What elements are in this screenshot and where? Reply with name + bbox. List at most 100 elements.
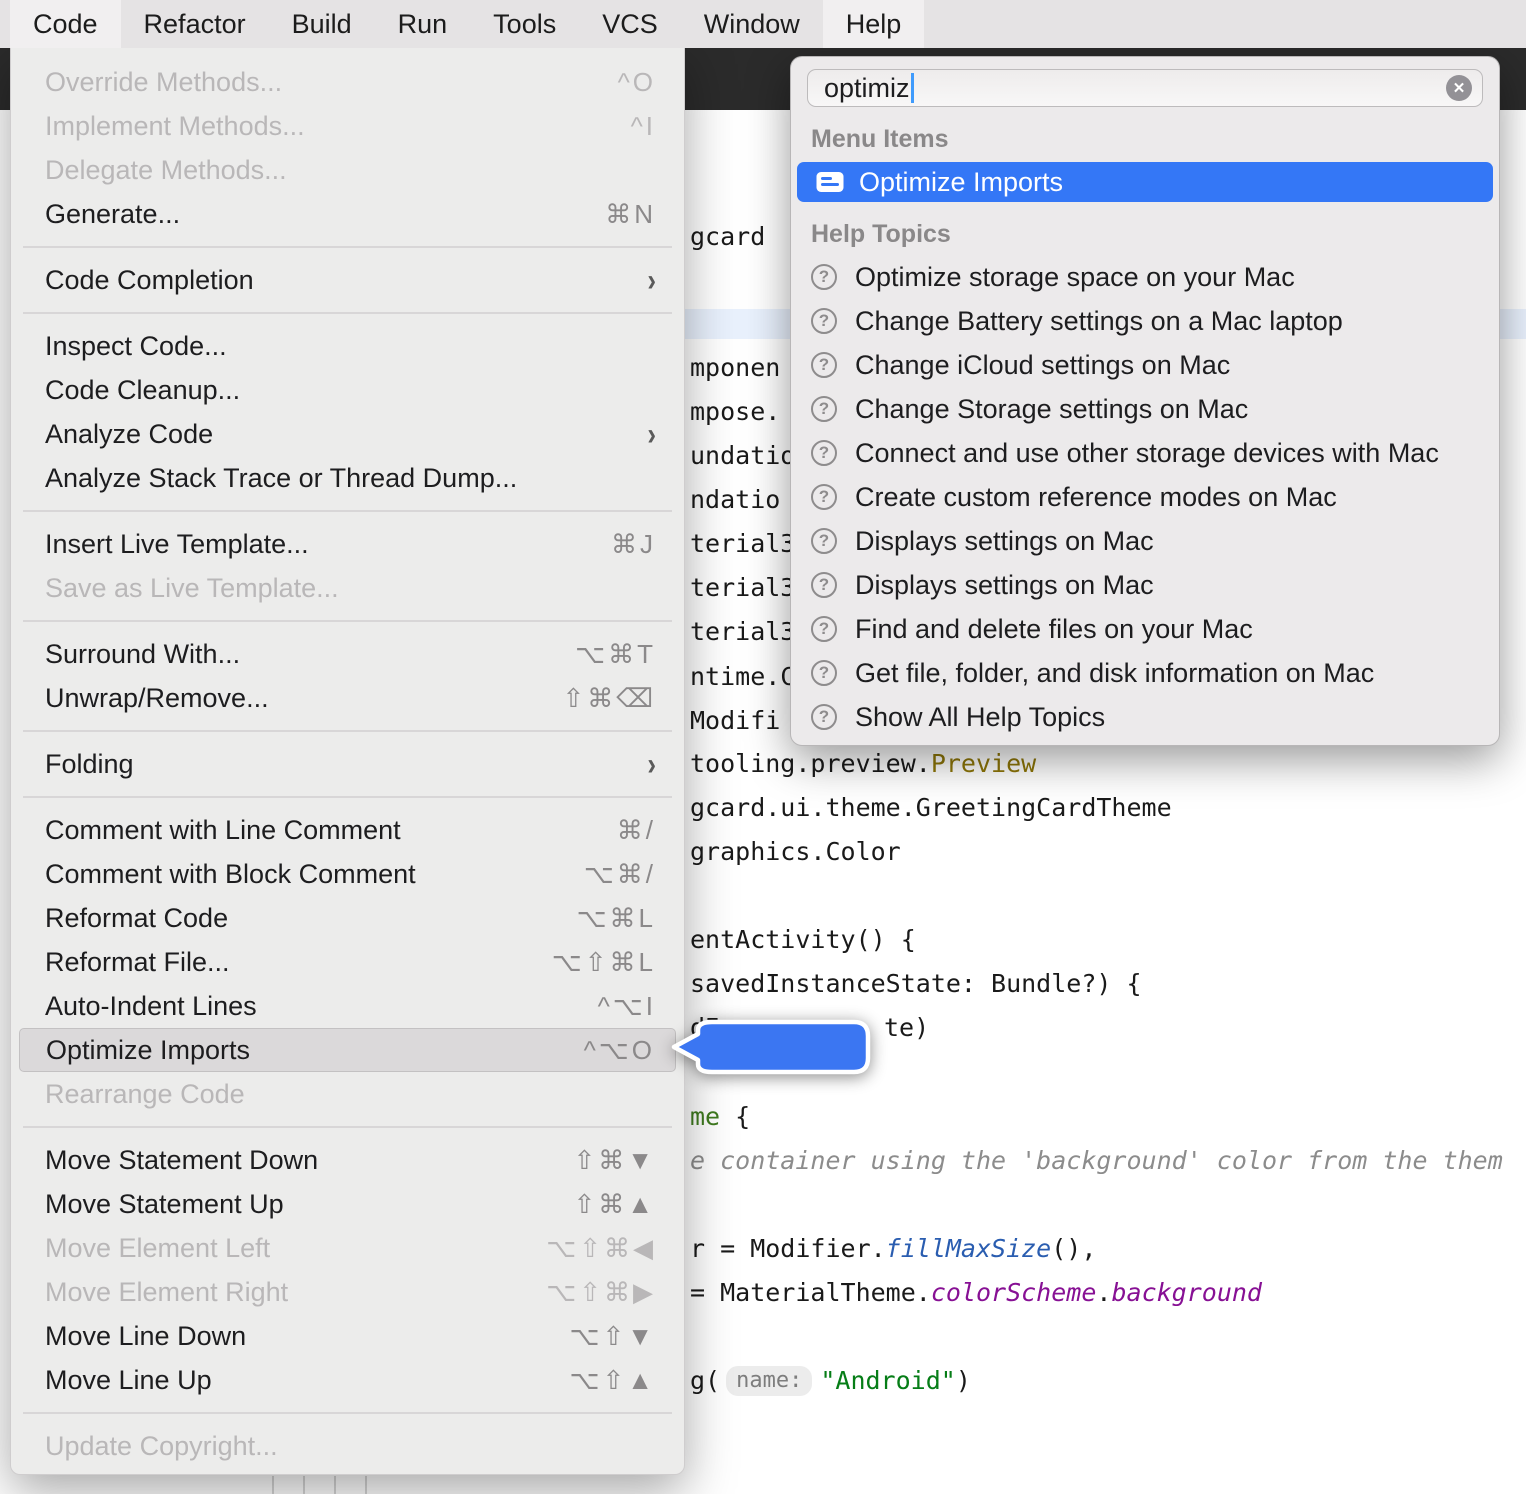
help-topic-label: Change Battery settings on a Mac laptop [855,306,1343,337]
help-result-label: Optimize Imports [859,167,1063,198]
code-menu-panel: Override Methods...^O Implement Methods.… [10,48,685,1475]
menu-item-move-statement-up[interactable]: Move Statement Up⇧⌘▲ [11,1182,684,1226]
menubar-item-build[interactable]: Build [269,0,375,48]
code-line: savedInstanceState: Bundle?) { [690,962,1142,1006]
code-line: terial3 [690,522,795,566]
help-topic-show-all[interactable]: ?Show All Help Topics [791,695,1499,739]
menu-item-unwrap-remove[interactable]: Unwrap/Remove... ⇧⌘⌫ [11,676,684,720]
help-topic[interactable]: ?Find and delete files on your Mac [791,607,1499,651]
code-line: r = Modifier.fillMaxSize(), [690,1227,1096,1271]
question-icon: ? [811,660,837,686]
help-topic[interactable]: ?Change Storage settings on Mac [791,387,1499,431]
menu-item-reformat-file[interactable]: Reformat File...⌥⇧⌘L [11,940,684,984]
code-text: terial3 [690,529,795,558]
menu-item-label: Implement Methods... [45,111,305,142]
shortcut-label: ⌥⇧⌘▶ [546,1277,656,1308]
code-line: terial3 [690,610,795,654]
help-topic[interactable]: ?Get file, folder, and disk information … [791,651,1499,695]
menu-item-comment-block[interactable]: Comment with Block Comment⌥⌘/ [11,852,684,896]
menu-item-label: Unwrap/Remove... [45,683,269,714]
code-text: e container using the 'background' color… [690,1146,1503,1175]
code-text: "Android" [820,1366,955,1395]
help-topic-label: Change Storage settings on Mac [855,394,1248,425]
help-topic[interactable]: ? Change Battery settings on a Mac laptop [791,299,1499,343]
menu-item-label: Override Methods... [45,67,282,98]
menu-item-label: Comment with Line Comment [45,815,401,846]
menu-separator [23,510,672,512]
code-text: Modifi [690,706,780,735]
menu-item-label: Comment with Block Comment [45,859,416,890]
menu-item-reformat-code[interactable]: Reformat Code⌥⌘L [11,896,684,940]
menubar-item-help[interactable]: Help [823,0,925,48]
question-icon: ? [811,616,837,642]
menu-item-auto-indent-lines[interactable]: Auto-Indent Lines^⌥I [11,984,684,1028]
menubar-item-run[interactable]: Run [375,0,471,48]
menubar-item-code[interactable]: Code [10,0,121,48]
parameter-hint: name: [726,1366,812,1396]
section-header-menu-items: Menu Items [811,125,1499,154]
shortcut-label: ^⌥O [584,1035,655,1066]
menu-item-code-completion[interactable]: Code Completion› [11,258,684,302]
help-result-optimize-imports[interactable]: Optimize Imports [797,162,1493,202]
menu-item-code-cleanup[interactable]: Code Cleanup... [11,368,684,412]
menubar-item-window[interactable]: Window [681,0,823,48]
menu-item-analyze-code[interactable]: Analyze Code› [11,412,684,456]
menu-item-insert-live-template[interactable]: Insert Live Template...⌘J [11,522,684,566]
menu-item-label: Rearrange Code [45,1079,245,1110]
help-topic[interactable]: ?Create custom reference modes on Mac [791,475,1499,519]
clear-search-button[interactable]: ✕ [1446,75,1472,101]
menu-item-analyze-stack-trace[interactable]: Analyze Stack Trace or Thread Dump... [11,456,684,500]
menu-item-optimize-imports[interactable]: Optimize Imports^⌥O [19,1028,676,1072]
menu-card-icon [815,170,845,194]
menu-item-label: Move Statement Up [45,1189,284,1220]
menu-item-label: Save as Live Template... [45,573,339,604]
indent-guide [303,1476,305,1494]
code-text: { [720,1102,750,1131]
help-topic[interactable]: ?Optimize storage space on your Mac [791,255,1499,299]
menu-item-generate[interactable]: Generate...⌘N [11,192,684,236]
menu-item-inspect-code[interactable]: Inspect Code... [11,324,684,368]
menu-item-comment-line[interactable]: Comment with Line Comment⌘/ [11,808,684,852]
help-topic[interactable]: ?Displays settings on Mac [791,519,1499,563]
question-icon: ? [811,352,837,378]
code-text: Preview [931,749,1036,778]
code-line: mpose. [690,390,780,434]
help-topic-label: Optimize storage space on your Mac [855,262,1295,293]
help-topic[interactable]: ?Displays settings on Mac [791,563,1499,607]
code-text: colorScheme [931,1278,1097,1307]
code-line: ntime.C [690,655,795,699]
code-text: graphics.Color [690,837,901,866]
submenu-chevron-icon: › [647,745,656,782]
code-line: g(name:"Android") [690,1359,971,1403]
menubar-item-vcs[interactable]: VCS [579,0,681,48]
help-search-input[interactable]: optimiz ✕ [807,69,1483,107]
code-text: g( [690,1366,720,1395]
menu-item-delegate-methods: Delegate Methods... [11,148,684,192]
shortcut-label: ⇧⌘⌫ [562,683,656,714]
search-query-text: optimiz [824,73,910,104]
help-topic[interactable]: ?Change iCloud settings on Mac [791,343,1499,387]
shortcut-label: ⌘N [605,199,656,230]
submenu-chevron-icon: › [647,415,656,452]
menu-separator [23,796,672,798]
code-line: Modifi [690,699,780,743]
help-topic[interactable]: ?Connect and use other storage devices w… [791,431,1499,475]
indent-guide [334,1476,336,1494]
menu-item-move-line-down[interactable]: Move Line Down⌥⇧▼ [11,1314,684,1358]
shortcut-label: ⇧⌘▼ [573,1145,656,1176]
code-line: entActivity() { [690,918,916,962]
menubar-item-tools[interactable]: Tools [470,0,579,48]
question-icon: ? [811,308,837,334]
code-text: fillMaxSize [886,1234,1052,1263]
code-line: = MaterialTheme.colorScheme.background [690,1271,1262,1315]
menu-separator [23,246,672,248]
menu-item-folding[interactable]: Folding› [11,742,684,786]
help-topic-label: Connect and use other storage devices wi… [855,438,1439,469]
menu-item-move-line-up[interactable]: Move Line Up⌥⇧▲ [11,1358,684,1402]
code-text: background [1111,1278,1262,1307]
code-line: mponen [690,346,780,390]
menu-item-label: Update Copyright... [45,1431,278,1462]
menubar-item-refactor[interactable]: Refactor [121,0,269,48]
menu-item-surround-with[interactable]: Surround With...⌥⌘T [11,632,684,676]
menu-item-move-statement-down[interactable]: Move Statement Down⇧⌘▼ [11,1138,684,1182]
